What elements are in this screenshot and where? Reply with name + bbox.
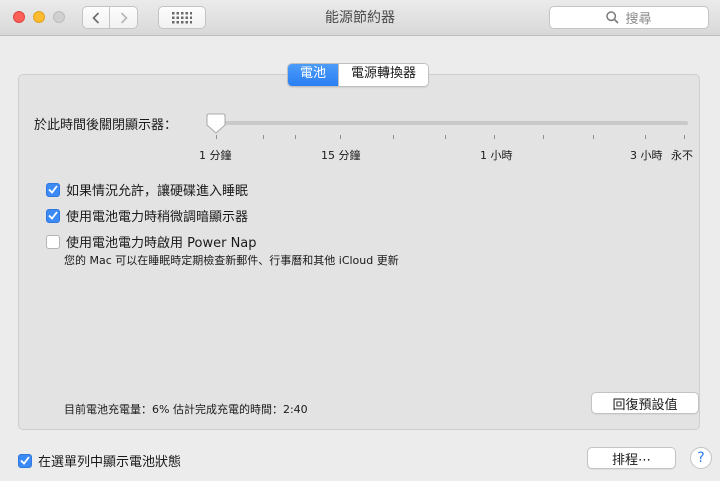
close-window-button[interactable] <box>13 11 25 23</box>
show-battery-menu-label: 在選單列中顯示電池狀態 <box>38 455 182 470</box>
chevron-left-icon <box>92 11 100 24</box>
slider-tick <box>295 135 296 139</box>
tick-label-1min: 1 分鐘 <box>199 149 232 162</box>
power-nap-checkbox[interactable] <box>46 234 60 249</box>
display-sleep-slider-track[interactable] <box>210 121 688 125</box>
back-button[interactable] <box>82 6 110 29</box>
checkmark-icon <box>48 211 58 220</box>
battery-status: 目前電池充電量：6% 估計完成充電的時間：2:40 <box>64 403 308 416</box>
checkmark-icon <box>20 456 30 465</box>
title-bar: 能源節約器 搜尋 <box>0 0 720 36</box>
option-power-nap[interactable]: 使用電池電力時啟用 Power Nap <box>46 232 257 251</box>
help-button[interactable]: ? <box>690 447 712 469</box>
show-battery-menu-checkbox[interactable] <box>18 453 32 468</box>
forward-button[interactable] <box>110 6 138 29</box>
option-disk-sleep[interactable]: 如果情況允許，讓硬碟進入睡眠 <box>46 180 248 199</box>
tab-power-adapter[interactable]: 電源轉換器 <box>338 64 429 86</box>
schedule-button[interactable]: 排程⋯ <box>587 447 676 469</box>
tick-label-never: 永不 <box>671 149 693 162</box>
show-all-button[interactable] <box>158 6 206 29</box>
slider-tick <box>445 135 446 139</box>
disk-sleep-label: 如果情況允許，讓硬碟進入睡眠 <box>66 184 249 199</box>
search-placeholder: 搜尋 <box>625 12 652 27</box>
slider-tick <box>684 135 685 139</box>
minimize-window-button[interactable] <box>33 11 45 23</box>
tab-battery[interactable]: 電池 <box>288 64 339 86</box>
power-nap-description: 您的 Mac 可以在睡眠時定期檢查新郵件、行事曆和其他 iCloud 更新 <box>64 254 399 267</box>
power-nap-label: 使用電池電力時啟用 Power Nap <box>66 236 257 251</box>
display-sleep-slider-knob[interactable] <box>206 113 226 135</box>
slider-tick <box>393 135 394 139</box>
tick-label-15min: 15 分鐘 <box>321 149 361 162</box>
slider-tick <box>593 135 594 139</box>
search-field[interactable]: 搜尋 <box>549 6 709 29</box>
tick-label-3hours: 3 小時 <box>630 149 663 162</box>
slider-tick <box>340 135 341 139</box>
tab-bar: 電池 電源轉換器 <box>287 63 430 87</box>
slider-tick <box>263 135 264 139</box>
restore-defaults-button[interactable]: 回復預設值 <box>591 392 699 414</box>
dim-display-label: 使用電池電力時稍微調暗顯示器 <box>66 210 249 225</box>
slider-tick <box>216 135 217 139</box>
slider-tick <box>645 135 646 139</box>
search-icon <box>606 11 620 24</box>
checkmark-icon <box>48 185 58 194</box>
disk-sleep-checkbox[interactable] <box>46 182 60 197</box>
display-sleep-label: 於此時間後關閉顯示器： <box>34 118 178 133</box>
grid-icon <box>172 11 192 23</box>
option-dim-display[interactable]: 使用電池電力時稍微調暗顯示器 <box>46 206 248 225</box>
option-show-battery-menu[interactable]: 在選單列中顯示電池狀態 <box>18 451 181 470</box>
dim-display-checkbox[interactable] <box>46 208 60 223</box>
tick-label-1hour: 1 小時 <box>480 149 513 162</box>
zoom-window-button[interactable] <box>53 11 65 23</box>
slider-tick <box>494 135 495 139</box>
chevron-right-icon <box>120 11 128 24</box>
slider-tick <box>543 135 544 139</box>
